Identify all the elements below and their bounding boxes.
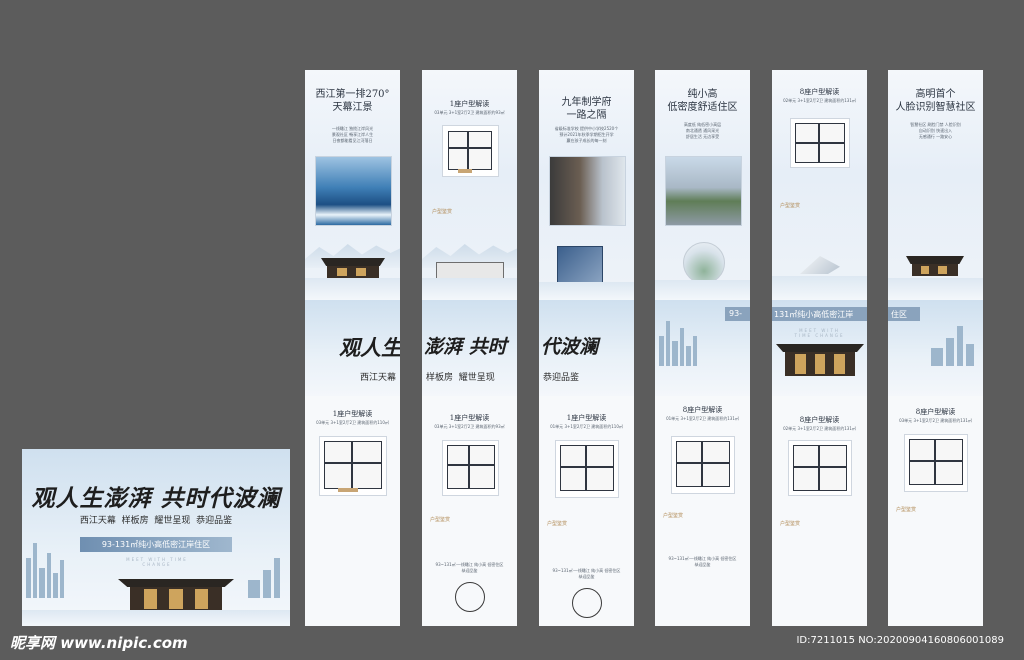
panel-title: 西江第一排270° 天幕江景	[315, 89, 390, 113]
building-photo	[665, 156, 742, 226]
banner-skyline-right	[238, 558, 288, 598]
band-area-bar: 93-	[725, 307, 750, 321]
band-area-text: 131㎡纯小高低密江岸	[774, 310, 854, 319]
panel-desc: 一线瞰江 独揽江岸风光 景观社区 畅享江岸人生 日夜都能看见江河落日	[331, 126, 374, 143]
lower-meta: 01单元 3+1室2厅2卫 建筑面积约131㎡	[666, 416, 739, 421]
banner-subline: 西江天幕 样板房 耀世呈现 恭迎品鉴	[79, 516, 233, 526]
lower-meta: 03单元 3+1室2厅2卫 建筑面积约93㎡	[434, 424, 505, 429]
band-2: 澎湃 共时 样板房 耀世呈现	[422, 300, 517, 396]
band-sub-center: 样板房 耀世呈现	[426, 373, 495, 383]
band-building	[776, 344, 864, 376]
river-photo	[315, 156, 392, 226]
lower-tag: 户型鉴赏	[430, 517, 451, 523]
band-4: 93-	[655, 300, 750, 396]
band-headline-left: 观人生	[339, 335, 400, 360]
band-area-text: 93-	[729, 309, 743, 318]
banner-board: 观人生澎湃 共时代波澜 西江天幕 样板房 耀世呈现 恭迎品鉴 93-131㎡纯小…	[22, 449, 290, 626]
seal-circle	[572, 588, 602, 618]
panel-meta: 02单元 3+1室2厅2卫 建筑面积约131㎡	[783, 98, 856, 103]
banner-water	[22, 610, 290, 626]
footer-id: ID:7211015 NO:20200904160806001089	[796, 635, 1004, 646]
lower-meta: 02单元 3+1室2厅2卫 建筑面积约131㎡	[783, 426, 856, 431]
lower-tag: 户型鉴赏	[780, 521, 801, 527]
seal-circle	[455, 582, 485, 612]
panel-meta: 03单元 3+1室2厅2卫 建筑面积约93㎡	[434, 110, 505, 115]
lower-foot: 93~131㎡·一线瞰江 纯小高 低密住区 恭迎品鉴	[552, 568, 621, 579]
sculpture	[800, 256, 840, 274]
panel-smart: 高明首个 人脸识别智慧社区 智慧社区 刷脸门禁 人脸识别 自动识别 快速出入 无…	[888, 70, 983, 300]
school-photo	[549, 156, 626, 226]
panel-school: 九年制学府 一路之隔 省级标准学校 提供中小学校2520个 预计2021年秋季学…	[539, 70, 634, 300]
banner-watermark: MEET WITH TIME CHANGE	[126, 557, 188, 567]
band-headline-right: 代波澜	[541, 336, 599, 358]
lower-plan-2: 1座户型解读 03单元 3+1室2厅2卫 建筑面积约93㎡ 户型鉴赏 93~13…	[422, 396, 517, 626]
floor-plan	[319, 436, 387, 496]
band-skyline	[921, 326, 981, 366]
lower-meta: 03单元 3+1室2厅2卫 建筑面积约131㎡	[899, 418, 972, 423]
banner-area-text: 93-131㎡纯小高低密江岸住区	[101, 540, 211, 549]
band-sub-right: 恭迎品鉴	[543, 373, 580, 383]
band-6: 住区	[888, 300, 983, 396]
panel-title: 高明首个 人脸识别智慧社区	[895, 89, 976, 113]
banner-building	[118, 579, 234, 611]
panel-plan-8: 8座户型解读 02单元 3+1室2厅2卫 建筑面积约131㎡ 户型鉴赏	[772, 70, 867, 300]
panel-river: 西江第一排270° 天幕江景 一线瞰江 独揽江岸风光 景观社区 畅享江岸人生 日…	[305, 70, 400, 300]
floor-plan	[671, 436, 735, 494]
panel-desc: 省级标准学校 提供中小学校2520个 预计2021年秋季学期招生开学 赢在孩子成…	[554, 126, 619, 143]
panel-building	[321, 258, 385, 278]
lower-meta: 01单元 3+1室2厅2卫 建筑面积约110㎡	[550, 424, 623, 429]
panel-title: 九年制学府 一路之隔	[561, 97, 612, 121]
floor-plan	[788, 440, 852, 496]
band-5: 131㎡纯小高低密江岸 MEET WITH TIME CHANGE	[772, 300, 867, 396]
panel-building	[906, 256, 964, 276]
lower-plan-5: 8座户型解读 02单元 3+1室2厅2卫 建筑面积约131㎡ 户型鉴赏	[772, 396, 867, 626]
floor-plan	[555, 440, 619, 498]
floor-plan	[442, 440, 499, 496]
band-area-bar: 131㎡纯小高低密江岸	[772, 307, 867, 321]
band-sub-left: 西江天幕	[359, 373, 396, 383]
lower-meta: 03单元 3+1室2厅2卫 建筑面积约110㎡	[316, 420, 389, 425]
panel-title: 纯小高 低密度舒适住区	[667, 89, 738, 113]
footer-logo: 昵享网 www.nipic.com	[10, 634, 188, 652]
band-watermark: MEET WITH TIME CHANGE	[794, 328, 845, 338]
lower-plan-1: 1座户型解读 03单元 3+1室2厅2卫 建筑面积约110㎡	[305, 396, 400, 626]
panel-desc: 智慧社区 刷脸门禁 人脸识别 自动识别 快速出入 无感通行 一路安心	[910, 122, 961, 139]
lower-plan-6: 8座户型解读 03单元 3+1室2厅2卫 建筑面积约131㎡ 户型鉴赏	[888, 396, 983, 626]
floor-plan	[904, 434, 968, 492]
plan-tag: 户型鉴赏	[432, 209, 453, 215]
panel-desc: 高度低 纯低密小高层 南北通透 通风采光 舒居生活 无边享受	[683, 122, 722, 139]
lower-tag: 户型鉴赏	[896, 507, 917, 513]
glass-dome	[683, 242, 725, 284]
panel-lowrise: 纯小高 低密度舒适住区 高度低 纯低密小高层 南北通透 通风采光 舒居生活 无边…	[655, 70, 750, 300]
lower-foot: 93~131㎡·一线瞰江 纯小高 低密住区 恭迎品鉴	[668, 556, 737, 567]
lower-plan-3: 1座户型解读 01单元 3+1室2厅2卫 建筑面积约110㎡ 户型鉴赏 93~1…	[539, 396, 634, 626]
lower-foot: 93~131㎡·一线瞰江 纯小高 低密住区 恭迎品鉴	[435, 562, 504, 573]
banner-area-bar: 93-131㎡纯小高低密江岸住区	[80, 537, 232, 552]
floor-plan	[442, 125, 499, 177]
plan-tag: 户型鉴赏	[780, 203, 801, 209]
lower-tag: 户型鉴赏	[547, 521, 568, 527]
lower-tag: 户型鉴赏	[663, 513, 684, 519]
band-1: 观人生 西江天幕	[305, 300, 400, 396]
floor-plan	[790, 118, 850, 168]
banner-headline: 观人生澎湃 共时代波澜	[31, 485, 281, 512]
band-area-text: 住区	[891, 310, 907, 319]
panel-plan-1: 1座户型解读 03单元 3+1室2厅2卫 建筑面积约93㎡ 户型鉴赏	[422, 70, 517, 300]
band-headline-center: 澎湃 共时	[424, 336, 507, 358]
lower-plan-4: 8座户型解读 01单元 3+1室2厅2卫 建筑面积约131㎡ 户型鉴赏 93~1…	[655, 396, 750, 626]
band-3: 代波澜 恭迎品鉴	[539, 300, 634, 396]
band-area-bar: 住区	[888, 307, 920, 321]
banner-skyline	[24, 543, 84, 598]
band-skyline	[657, 321, 727, 366]
